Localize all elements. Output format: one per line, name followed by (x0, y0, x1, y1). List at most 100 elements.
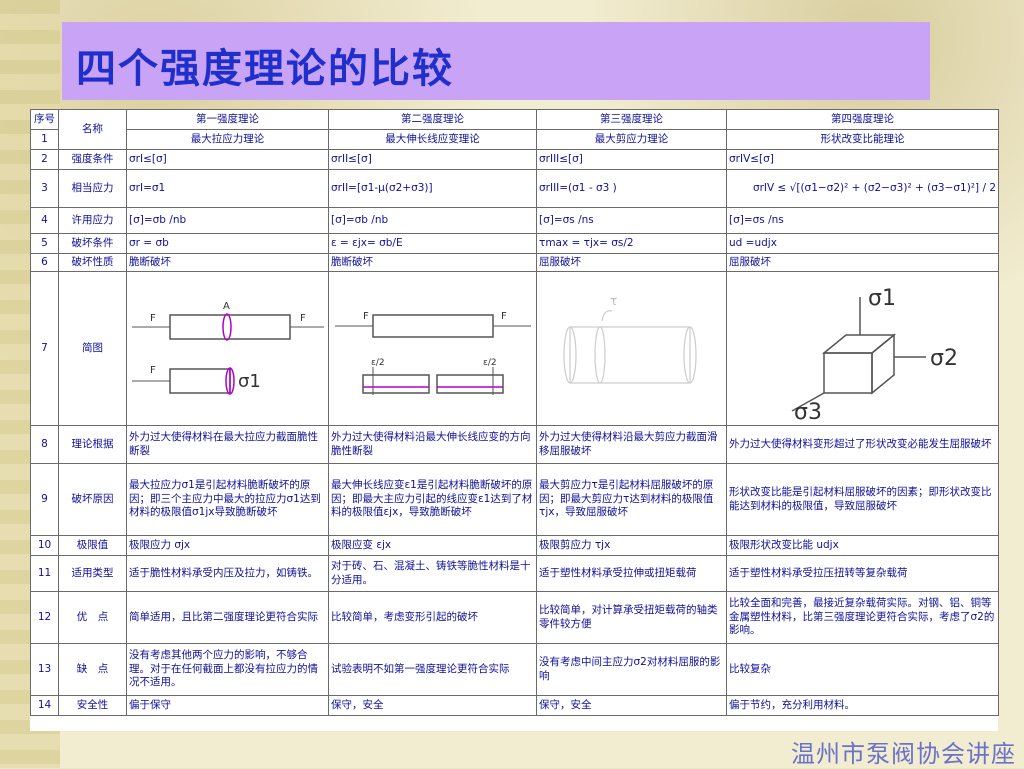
eps-label-left: ε/2 (371, 358, 385, 368)
sigma3-label: σ3 (794, 400, 822, 423)
header-theory-3: 第三强度理论 (536, 109, 727, 130)
row-index: 6 (30, 253, 59, 272)
table-cell: σrI=σ1 (126, 169, 329, 208)
row-index: 3 (30, 169, 59, 208)
table-row: 6 破坏性质 脆断破坏 脆断破坏 屈服破坏 屈服破坏 (30, 253, 999, 272)
table-cell: 比较复杂 (726, 643, 999, 696)
rod-shape (371, 313, 494, 338)
header-theory-2: 第二强度理论 (328, 109, 537, 130)
row-index: 5 (30, 233, 59, 254)
table-cell: 最大剪应力τ是引起材料屈服破坏的原因；即最大剪应力τ达到材料的极限值τjx，导致… (536, 463, 727, 536)
table-cell: 没有考虑其他两个应力的影响，不够合理。对于在任何截面上都没有拉应力的情况不适用。 (126, 643, 329, 696)
row-label: 许用应力 (58, 207, 127, 234)
row-index: 10 (30, 535, 59, 556)
table-cell: 外力过大使得材料变形超过了形状改变必能发生屈服破坏 (726, 425, 999, 464)
row-label: 破坏条件 (58, 233, 127, 254)
header-idx: 序号 (30, 109, 59, 130)
shaft-shape (568, 325, 691, 384)
section-label: A (223, 301, 230, 312)
diagram-cell-2: F F ε/2 ε/2 (328, 271, 537, 426)
table-cell: 适于脆性材料承受内压及拉力，如铸铁。 (126, 555, 329, 592)
table-cell: 适于塑性材料承受拉压扭转等复杂载荷 (726, 555, 999, 592)
title-banner: 四个强度理论的比较 (62, 22, 930, 100)
force-label-left: F (363, 311, 369, 322)
table-cell: 适于塑性材料承受拉伸或扭矩载荷 (536, 555, 727, 592)
table-cell: 外力过大使得材料在最大拉应力截面脆性断裂 (126, 425, 329, 464)
rod-half-left (168, 367, 231, 394)
row-label: 强度条件 (58, 149, 127, 170)
table-cell: [σ]=σb /nb (328, 207, 537, 234)
comparison-sheet: 序号 名称 第一强度理论 第二强度理论 第三强度理论 第四强度理论 1 最大拉应… (30, 109, 999, 731)
torsion-diagram: τ (562, 294, 697, 384)
table-cell: ε = εjx= σb/E (328, 233, 537, 254)
table-row: 12 优 点 简单适用，且比第二强度理论更符合实际 比较简单，考虑变形引起的破坏… (30, 591, 999, 644)
table-cell: [σ]=σb /nb (126, 207, 329, 234)
diagram-cell-3: τ (536, 271, 727, 426)
table-cell: 外力过大使得材料沿最大剪应力截面滑移屈服破坏 (536, 425, 727, 464)
row-label: 相当应力 (58, 169, 127, 208)
header-row: 序号 名称 第一强度理论 第二强度理论 第三强度理论 第四强度理论 (30, 109, 999, 150)
force-label-lower: F (150, 365, 156, 376)
table-cell: 最大剪应力理论 (536, 129, 727, 150)
footer-caption: 温州市泵阀协会讲座 (791, 740, 1016, 768)
table-cell: 极限形状改变比能 udjx (726, 535, 999, 556)
row-index: 4 (30, 207, 59, 234)
table-row: 13 缺 点 没有考虑其他两个应力的影响，不够合理。对于在任何截面上都没有拉应力… (30, 643, 999, 696)
table-cell: 试验表明不如第一强度理论更符合实际 (328, 643, 537, 696)
force-label-left: F (150, 313, 156, 324)
tau-arrow (600, 309, 612, 321)
table-cell: 保守，安全 (536, 695, 727, 716)
page-title: 四个强度理论的比较 (76, 46, 454, 92)
table-cell: 形状改变比能是引起材料屈服破坏的因素；即形状改变比能达到材料的极限值，导致屈服破… (726, 463, 999, 536)
force-label-right: F (300, 313, 306, 324)
table-cell: 最大伸长线应变理论 (328, 129, 537, 150)
table-cell: σrIII=(σ1 - σ3 ) (536, 169, 727, 208)
header-theory-4: 第四强度理论 (726, 109, 999, 130)
table-cell: 极限剪应力 τjx (536, 535, 727, 556)
table-row: 10 极限值 极限应力 σjx 极限应变 εjx 极限剪应力 τjx 极限形状改… (30, 535, 999, 556)
row-label: 安全性 (58, 695, 127, 716)
table-row: 14 安全性 偏于保守 保守，安全 保守，安全 偏于节约，充分利用材料。 (30, 695, 999, 716)
twist-ring (593, 325, 606, 384)
table-cell: [σ]=σs /ns (536, 207, 727, 234)
cube-side (870, 332, 895, 395)
table-cell: 没有考虑中间主应力σ2对材料屈服的影响 (536, 643, 727, 696)
table-cell: 偏于保守 (126, 695, 329, 716)
table-cell: 偏于节约，充分利用材料。 (726, 695, 999, 716)
table-cell: 保守，安全 (328, 695, 537, 716)
tau-label: τ (610, 294, 617, 308)
header-name: 名称 (58, 109, 127, 150)
cube-front (822, 351, 873, 394)
row-label: 缺 点 (58, 643, 127, 696)
table-cell: [σ]=σs /ns (726, 207, 999, 234)
row-label: 理论根据 (58, 425, 127, 464)
section-ellipse (221, 312, 232, 341)
table-row: 11 适用类型 适于脆性材料承受内压及拉力，如铸铁。 对于砖、石、混凝土、铸铁等… (30, 555, 999, 592)
tension-rod-diagram: F F A F σ1 (131, 301, 324, 395)
row-label: 适用类型 (58, 555, 127, 592)
table-row: 5 破坏条件 σr = σb ε = εjx= σb/E τmax = τjx=… (30, 233, 999, 254)
table-cell: 形状改变比能理论 (726, 129, 999, 150)
table-cell: σrII≤[σ] (328, 149, 537, 170)
table-row: 1 最大拉应力理论 最大伸长线应变理论 最大剪应力理论 形状改变比能理论 (30, 129, 999, 150)
table-cell: σrIII≤[σ] (536, 149, 727, 170)
table-cell: 极限应力 σjx (126, 535, 329, 556)
force-label-right: F (501, 311, 507, 322)
row-index: 11 (30, 555, 59, 592)
table-cell: σr = σb (126, 233, 329, 254)
table-cell: 最大拉应力理论 (126, 129, 329, 150)
row-index: 2 (30, 149, 59, 170)
row-index: 7 (30, 271, 59, 426)
table-cell: 比较全面和完善，最接近复杂载荷实际。对钢、铝、铜等金属塑性材料，比第三强度理论更… (726, 591, 999, 644)
table-cell: ud =udjx (726, 233, 999, 254)
row-index: 13 (30, 643, 59, 696)
table-cell: 外力过大使得材料沿最大伸长线应变的方向脆性断裂 (328, 425, 537, 464)
table-cell: 最大伸长线应变ε1是引起材料脆断破坏的原因；即最大主应力引起的线应变ε1达到了材… (328, 463, 537, 536)
row-index: 1 (30, 129, 59, 150)
table-cell: 极限应变 εjx (328, 535, 537, 556)
eps-label-right: ε/2 (483, 358, 497, 368)
strength-theory-table: 序号 名称 第一强度理论 第二强度理论 第三强度理论 第四强度理论 1 最大拉应… (30, 109, 999, 716)
table-cell: σrI≤[σ] (126, 149, 329, 170)
table-cell: 比较简单，对计算承受扭矩载荷的轴类零件较方便 (536, 591, 727, 644)
row-label: 优 点 (58, 591, 127, 644)
